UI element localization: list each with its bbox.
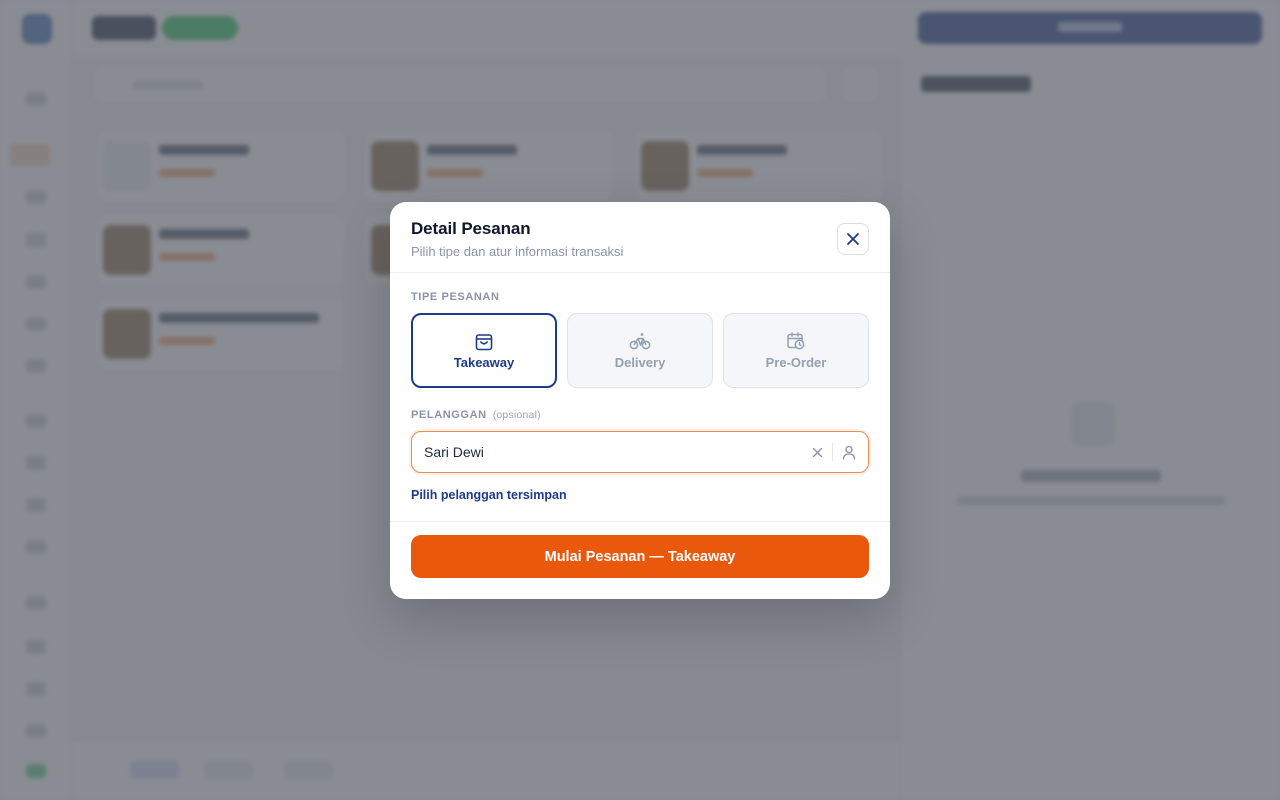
clear-icon [812,447,822,457]
modal-subtitle: Pilih tipe dan atur informasi transaksi [411,244,624,259]
shopping-bag-icon [475,334,493,351]
customer-name-input[interactable] [424,441,794,463]
calendar-clock-icon [787,332,805,350]
customer-label: PELANGGAN (opsional) [411,409,541,421]
order-type-label-preorder: Pre-Order [765,355,827,370]
modal-footer: Mulai Pesanan — Takeaway [390,521,890,599]
field-divider [832,443,833,461]
modal-title: Detail Pesanan [411,219,531,238]
order-type-delivery[interactable]: Delivery [567,313,713,388]
order-type-label-delivery: Delivery [614,355,666,370]
saved-customer-link[interactable]: Pilih pelanggan tersimpan [411,488,567,502]
user-icon [842,445,856,460]
bicycle-icon [629,333,651,350]
order-type-label-takeaway: Takeaway [453,355,515,370]
close-icon [847,233,859,245]
order-type-takeaway[interactable]: Takeaway [411,313,557,388]
modal-header: Detail Pesanan Pilih tipe dan atur infor… [390,202,890,273]
close-button[interactable] [837,223,869,255]
customer-label-text: PELANGGAN [411,409,487,421]
start-order-button[interactable]: Mulai Pesanan — Takeaway [411,535,869,578]
customer-field[interactable] [411,431,869,473]
clear-button[interactable] [809,444,825,460]
order-detail-modal: Detail Pesanan Pilih tipe dan atur infor… [390,202,890,599]
select-customer-button[interactable] [840,443,858,461]
optional-note: (opsional) [492,409,541,421]
order-type-label: TIPE PESANAN [411,291,500,303]
order-type-preorder[interactable]: Pre-Order [723,313,869,388]
